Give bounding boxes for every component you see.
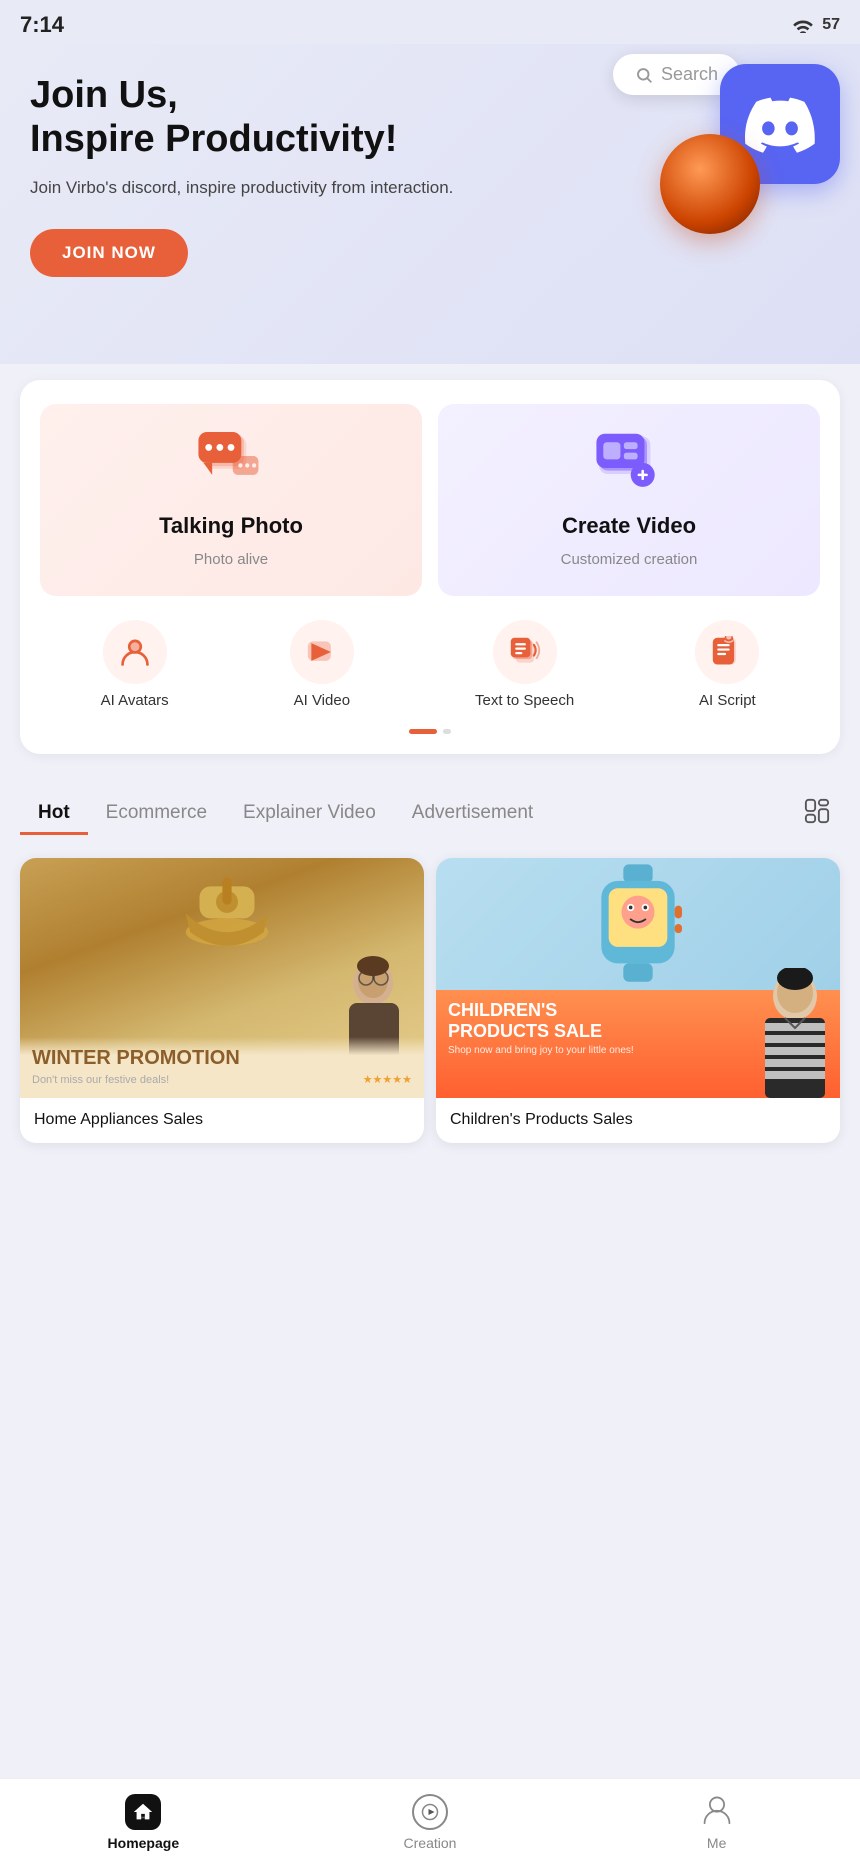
wifi-icon [792,17,814,33]
nav-homepage[interactable]: Homepage [83,1794,203,1851]
nav-me[interactable]: Me [657,1793,777,1851]
talking-photo-icon [196,432,266,501]
children-products-thumbnail: CHILDREN'SPRODUCTS SALE Shop now and bri… [436,858,840,1098]
winter-promo-title: Winter Promotion [32,1047,412,1069]
battery-icon: 57 [822,16,840,34]
tab-ecommerce[interactable]: Ecommerce [88,794,225,835]
status-time: 7:14 [20,12,64,38]
talking-photo-subtitle: Photo alive [194,551,268,568]
winter-promo-sub: Don't miss our festive deals! [32,1074,169,1086]
create-video-icon [594,432,664,501]
home-icon [125,1794,161,1830]
video-grid: Winter Promotion Don't miss our festive … [0,848,860,1243]
dot-inactive [443,729,451,734]
ai-script-feature[interactable]: AI Script [695,620,759,709]
create-video-title: Create Video [562,513,696,539]
home-appliances-card[interactable]: Winter Promotion Don't miss our festive … [20,858,424,1143]
talking-photo-card[interactable]: Talking Photo Photo alive [40,404,422,596]
ai-video-feature[interactable]: AI Video [290,620,354,709]
create-video-subtitle: Customized creation [561,551,698,568]
small-features-row: AI Avatars AI Video [40,620,820,709]
ai-avatars-icon [103,620,167,684]
me-label: Me [707,1835,726,1851]
tab-hot[interactable]: Hot [20,794,88,835]
bottom-navigation: Homepage Creation Me [0,1778,860,1861]
stars: ★★★★★ [363,1073,412,1086]
text-to-speech-label: Text to Speech [475,692,574,709]
avatar-decoration [660,134,760,234]
creation-icon [412,1794,448,1830]
hero-subtitle: Join Virbo's discord, inspire productivi… [30,175,510,201]
children-products-card[interactable]: CHILDREN'SPRODUCTS SALE Shop now and bri… [436,858,840,1143]
creation-label: Creation [404,1835,457,1851]
category-tabs: Hot Ecommerce Explainer Video Advertisem… [0,770,860,848]
features-section: Talking Photo Photo alive [20,380,840,754]
hero-title: Join Us,Inspire Productivity! [30,74,510,161]
template-icon[interactable] [794,790,840,838]
nav-creation[interactable]: Creation [370,1794,490,1851]
hero-section: Join Us,Inspire Productivity! Join Virbo… [0,44,860,364]
me-icon [701,1793,733,1830]
page-indicator [40,729,820,734]
search-icon [635,66,653,84]
ai-avatars-feature[interactable]: AI Avatars [101,620,169,709]
home-appliances-thumbnail: Winter Promotion Don't miss our festive … [20,858,424,1098]
hero-content: Join Us,Inspire Productivity! Join Virbo… [30,74,510,277]
children-products-label: Children's Products Sales [436,1098,840,1143]
text-to-speech-icon [493,620,557,684]
create-video-card[interactable]: Create Video Customized creation [438,404,820,596]
tab-explainer-video[interactable]: Explainer Video [225,794,394,835]
ai-video-icon [290,620,354,684]
join-now-button[interactable]: JOIN NOW [30,229,188,277]
feature-cards-row: Talking Photo Photo alive [40,404,820,596]
text-to-speech-feature[interactable]: Text to Speech [475,620,574,709]
homepage-label: Homepage [108,1835,180,1851]
ai-video-label: AI Video [294,692,350,709]
status-bar: 7:14 57 [0,0,860,44]
search-placeholder: Search [661,64,718,85]
tab-advertisement[interactable]: Advertisement [394,794,551,835]
dot-active [409,729,437,734]
ai-script-icon [695,620,759,684]
status-icons: 57 [792,16,840,34]
home-appliances-label: Home Appliances Sales [20,1098,424,1143]
ai-avatars-label: AI Avatars [101,692,169,709]
ai-script-label: AI Script [699,692,756,709]
talking-photo-title: Talking Photo [159,513,303,539]
